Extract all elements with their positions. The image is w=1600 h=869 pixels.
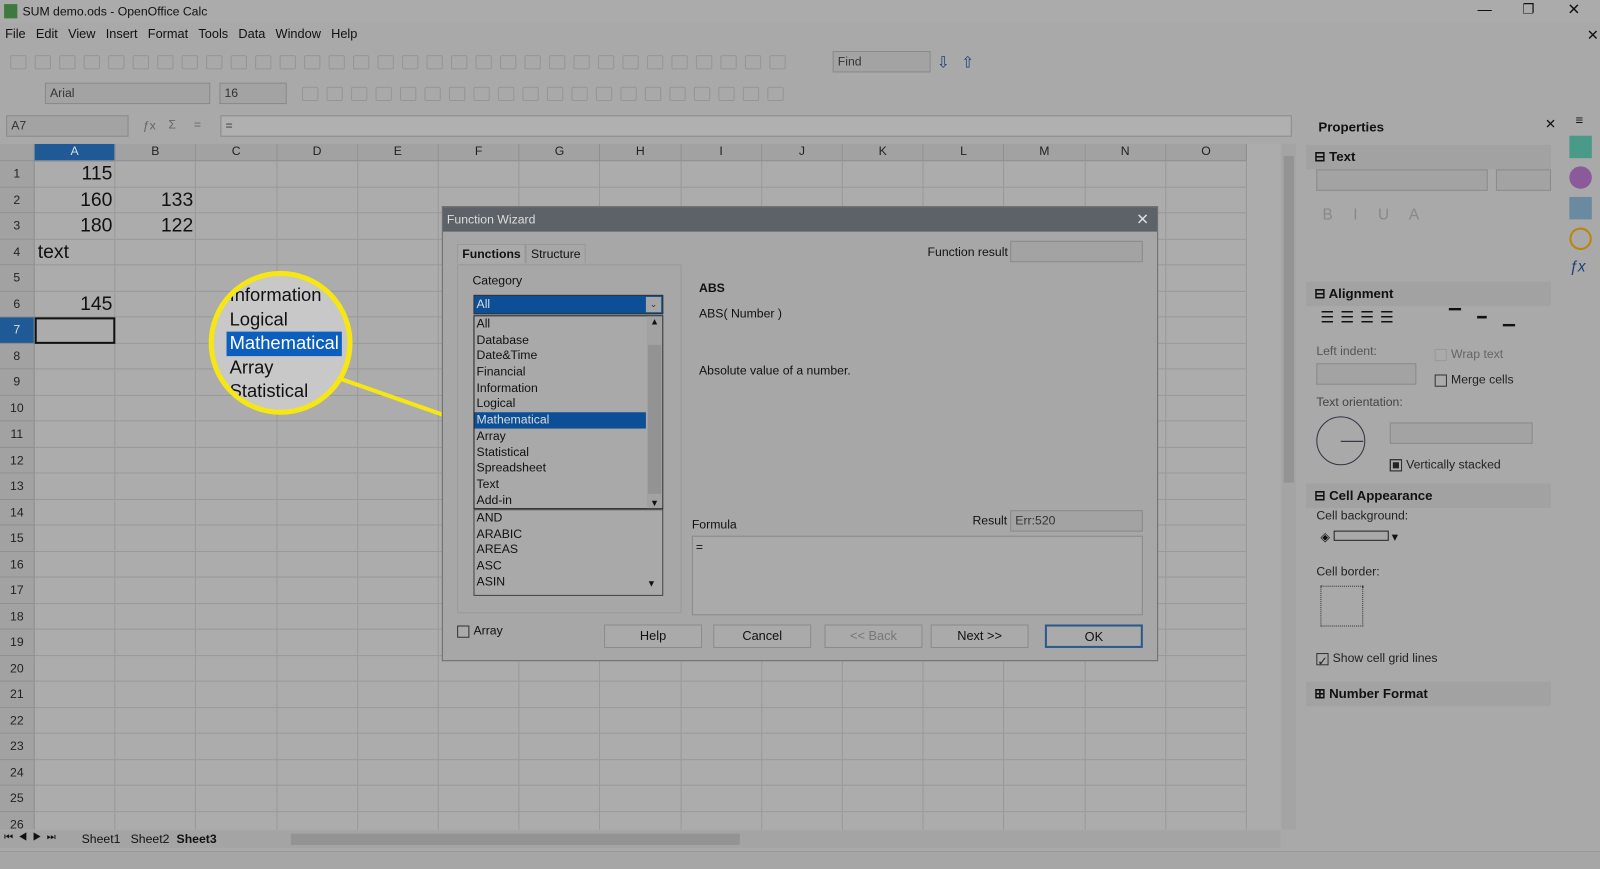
properties-deck-icon[interactable]	[1569, 135, 1592, 159]
category-option[interactable]: Mathematical	[474, 412, 646, 429]
sidebar-title: Properties	[1318, 119, 1384, 135]
magnifier-item: Array	[229, 356, 274, 378]
cancel-button[interactable]: Cancel	[713, 624, 812, 648]
category-option[interactable]: Spreadsheet	[474, 460, 645, 476]
section-alignment[interactable]: ⊟ Alignment	[1306, 281, 1552, 307]
styles-deck-icon[interactable]	[1569, 166, 1592, 189]
function-option[interactable]: ASC	[474, 558, 662, 574]
magnifier-content: Information Logical Mathematical Array Stati…	[214, 276, 347, 411]
category-list[interactable]: All Database Date&Time Financial Information…	[473, 315, 664, 510]
vertical-align-buttons[interactable]: ▔ ━ ▁	[1449, 308, 1521, 326]
category-option[interactable]: Add-in	[474, 492, 645, 508]
result-field: Err:520	[1010, 510, 1143, 532]
sheet-nav-buttons[interactable]: ⏮◀▶⏭	[4, 832, 61, 843]
sidebar-deck: ≡ ƒx	[1565, 112, 1600, 316]
sidebar-close-icon[interactable]: ✕	[1545, 116, 1556, 132]
function-description: Absolute value of a number.	[698, 363, 851, 378]
sheet-tab-1[interactable]: Sheet1	[82, 832, 121, 846]
tab-structure[interactable]: Structure	[525, 243, 586, 264]
function-option[interactable]: AREAS	[474, 542, 662, 558]
category-option[interactable]: Database	[474, 332, 645, 348]
magnifier-item: Logical	[229, 308, 288, 330]
navigator-deck-icon[interactable]	[1569, 227, 1592, 250]
category-option[interactable]: Statistical	[474, 444, 645, 460]
category-option[interactable]: Logical	[474, 396, 645, 412]
function-list-scroll-down[interactable]: ▼	[647, 579, 656, 589]
chevron-down-icon[interactable]: ⌄	[645, 296, 662, 313]
magnifier-item: Statistical	[229, 380, 309, 402]
functions-deck-icon[interactable]: ƒx	[1569, 258, 1596, 275]
category-option[interactable]: Text	[474, 476, 645, 492]
horizontal-scrollbar[interactable]	[290, 833, 740, 845]
category-selected-value: All	[476, 296, 491, 312]
magnifier-item: Mathematical	[226, 331, 342, 356]
left-indent-label: Left indent:	[1316, 343, 1377, 359]
cell-border-picker[interactable]	[1320, 585, 1364, 627]
next-button[interactable]: Next >>	[930, 624, 1029, 648]
sheet-tab-bar: ⏮◀▶⏭ Sheet1 Sheet2 Sheet3	[0, 830, 1281, 848]
category-option[interactable]: Array	[474, 428, 645, 444]
sheet-tab-2[interactable]: Sheet2	[131, 832, 170, 846]
section-number-format[interactable]: ⊞ Number Format	[1306, 681, 1552, 707]
function-option[interactable]: AND	[474, 510, 662, 526]
text-orientation-label: Text orientation:	[1316, 394, 1403, 410]
magnifier-item: Information	[229, 284, 322, 306]
orientation-dial[interactable]	[1316, 416, 1366, 466]
function-result-label: Function result	[927, 244, 1008, 260]
function-list[interactable]: AND ARABIC AREAS ASC ASIN	[473, 509, 664, 596]
function-wizard-dialog: Function Wizard ✕ Functions Structure Ca…	[441, 206, 1159, 662]
function-result-field	[1010, 240, 1143, 263]
function-option[interactable]: ARABIC	[474, 526, 662, 542]
function-name: ABS	[698, 280, 725, 295]
vertically-stacked-checkbox[interactable]: Vertically stacked	[1389, 457, 1501, 471]
category-scrollbar[interactable]: ▲ ▼	[646, 316, 663, 509]
orientation-dropdown[interactable]	[1389, 422, 1533, 444]
left-indent-input[interactable]	[1316, 363, 1417, 385]
array-checkbox[interactable]: Array	[457, 623, 503, 638]
callout-line	[336, 375, 460, 423]
category-label: Category	[472, 273, 523, 288]
merge-cells-checkbox[interactable]: Merge cells	[1434, 372, 1514, 387]
category-dropdown[interactable]: All ⌄	[473, 294, 664, 315]
text-style-buttons[interactable]: B I U A	[1322, 206, 1427, 223]
dialog-close-icon[interactable]: ✕	[1136, 210, 1149, 228]
sheet-tab-3[interactable]: Sheet3	[177, 832, 217, 846]
dialog-title: Function Wizard	[446, 212, 536, 227]
category-option[interactable]: All	[474, 316, 645, 332]
cell-border-label: Cell border:	[1316, 564, 1380, 579]
result-label: Result	[972, 513, 1008, 528]
horizontal-align-buttons[interactable]: ☰☰☰☰	[1320, 308, 1399, 326]
category-option[interactable]: Date&Time	[474, 348, 645, 364]
section-text[interactable]: ⊟ Text	[1306, 144, 1552, 170]
sidebar-font-size[interactable]	[1495, 169, 1552, 191]
tab-functions[interactable]: Functions	[457, 243, 526, 264]
function-syntax: ABS( Number )	[698, 306, 782, 321]
properties-sidebar: Properties ✕ ⊟ Text B I U A ⊟ Alignment …	[1306, 110, 1562, 845]
cell-background-label: Cell background:	[1316, 508, 1409, 523]
status-bar	[0, 851, 1600, 869]
help-button[interactable]: Help	[604, 624, 703, 648]
ok-button[interactable]: OK	[1044, 624, 1143, 648]
show-grid-lines-checkbox[interactable]: ✓ Show cell grid lines	[1316, 651, 1437, 668]
function-option[interactable]: ASIN	[474, 574, 662, 590]
category-option[interactable]: Financial	[474, 364, 645, 380]
array-label: Array	[473, 623, 503, 638]
section-cell-appearance[interactable]: ⊟ Cell Appearance	[1306, 483, 1552, 509]
cell-background-picker[interactable]: ◈ ▾	[1320, 530, 1412, 546]
dialog-title-bar: Function Wizard ✕	[442, 207, 1158, 232]
category-option[interactable]: Information	[474, 380, 645, 396]
back-button[interactable]: << Back	[824, 624, 923, 648]
sidebar-font-name[interactable]	[1316, 169, 1488, 191]
gallery-deck-icon[interactable]	[1569, 196, 1592, 220]
wrap-text-checkbox[interactable]: Wrap text	[1434, 347, 1503, 361]
formula-label: Formula	[691, 517, 737, 532]
formula-textarea[interactable]: =	[691, 535, 1143, 616]
